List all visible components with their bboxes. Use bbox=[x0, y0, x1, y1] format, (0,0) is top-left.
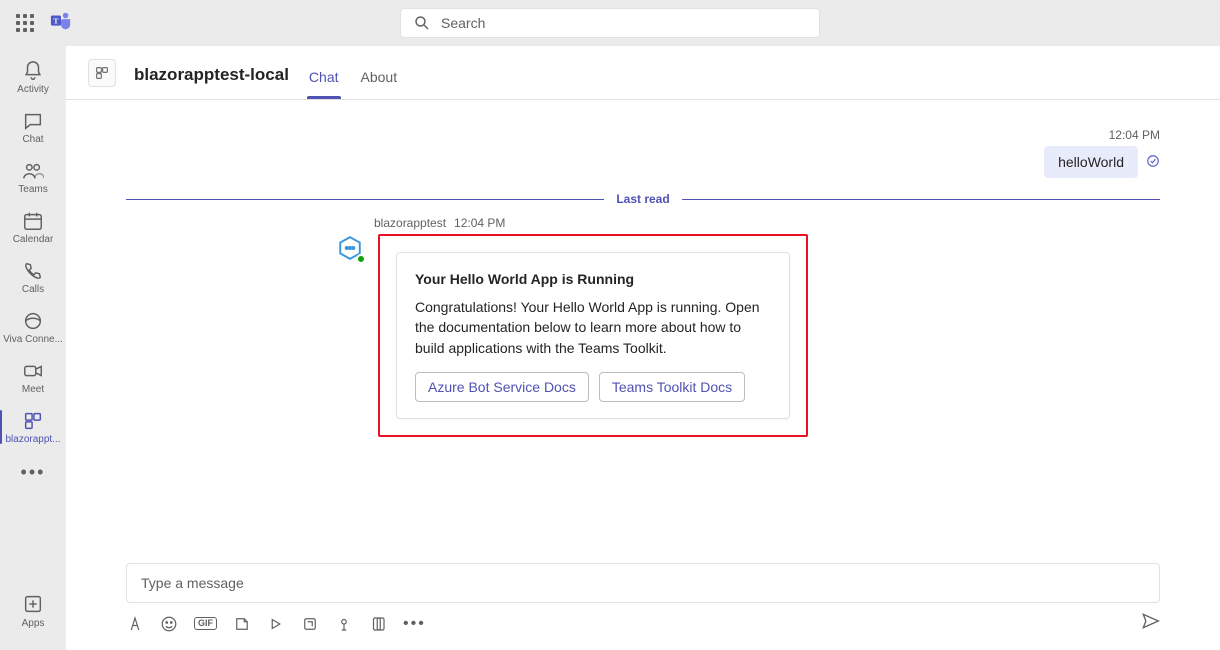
bell-icon bbox=[22, 60, 44, 82]
app-icon bbox=[88, 59, 116, 87]
more-icon: ••• bbox=[21, 462, 46, 483]
apprail-viva[interactable]: Viva Conne... bbox=[0, 302, 66, 352]
msg-time: 12:04 PM bbox=[1109, 128, 1160, 142]
card-actions: Azure Bot Service Docs Teams Toolkit Doc… bbox=[415, 372, 771, 402]
compose-toolbar: GIF ••• bbox=[126, 611, 1160, 636]
viva-icon bbox=[22, 310, 44, 332]
sticker-icon[interactable] bbox=[233, 615, 251, 633]
presence-available-icon bbox=[356, 254, 366, 264]
app-tile-icon bbox=[94, 65, 110, 81]
attach-icon[interactable] bbox=[369, 615, 387, 633]
calendar-icon bbox=[22, 210, 44, 232]
praise-icon[interactable] bbox=[335, 615, 353, 633]
app-title: blazorapptest-local bbox=[134, 65, 289, 85]
video-icon bbox=[22, 360, 44, 382]
people-icon bbox=[22, 160, 44, 182]
apprail-calendar[interactable]: Calendar bbox=[0, 202, 66, 252]
bot-avatar[interactable] bbox=[336, 234, 364, 262]
bot-message-meta: blazorapptest 12:04 PM bbox=[374, 216, 1160, 230]
msg-bubble[interactable]: helloWorld bbox=[1044, 146, 1138, 178]
toolkit-docs-button[interactable]: Teams Toolkit Docs bbox=[599, 372, 745, 402]
app-rail: Activity Chat Teams Calendar Calls Viva … bbox=[0, 46, 66, 650]
app-launcher-icon[interactable] bbox=[16, 14, 34, 32]
tab-about[interactable]: About bbox=[359, 69, 400, 99]
send-button[interactable] bbox=[1140, 611, 1160, 636]
composer: Type a message GIF ••• bbox=[66, 557, 1220, 650]
bot-message-row: Your Hello World App is Running Congratu… bbox=[336, 234, 1160, 437]
format-icon[interactable] bbox=[126, 615, 144, 633]
last-read-divider: Last read bbox=[126, 192, 1160, 206]
apprail-blazorapp[interactable]: blazorappt... bbox=[0, 402, 66, 452]
emoji-icon[interactable] bbox=[160, 615, 178, 633]
read-receipt-icon bbox=[1146, 154, 1160, 171]
gif-icon[interactable]: GIF bbox=[194, 617, 217, 630]
tab-chat[interactable]: Chat bbox=[307, 69, 341, 99]
apprail-calls[interactable]: Calls bbox=[0, 252, 66, 302]
title-bar: T Search bbox=[0, 0, 1220, 46]
apps-icon bbox=[22, 593, 44, 615]
chat-scroll[interactable]: 12:04 PM helloWorld Last read blazorappt… bbox=[66, 100, 1220, 557]
compose-input[interactable]: Type a message bbox=[126, 563, 1160, 603]
search-icon bbox=[413, 14, 431, 32]
outgoing-message: 12:04 PM helloWorld bbox=[1044, 128, 1160, 178]
teams-logo-icon: T bbox=[50, 10, 72, 37]
compose-placeholder: Type a message bbox=[141, 575, 244, 591]
apprail-meet[interactable]: Meet bbox=[0, 352, 66, 402]
apprail-apps[interactable]: Apps bbox=[0, 586, 66, 636]
search-input[interactable]: Search bbox=[400, 8, 820, 38]
app-tile-icon bbox=[22, 410, 44, 432]
card-body: Congratulations! Your Hello World App is… bbox=[415, 297, 771, 358]
apprail-teams[interactable]: Teams bbox=[0, 152, 66, 202]
adaptive-card: Your Hello World App is Running Congratu… bbox=[396, 252, 790, 419]
phone-icon bbox=[22, 260, 44, 282]
card-title: Your Hello World App is Running bbox=[415, 271, 771, 287]
highlight-annotation: Your Hello World App is Running Congratu… bbox=[378, 234, 808, 437]
stream-icon[interactable] bbox=[267, 615, 285, 633]
svg-text:T: T bbox=[54, 16, 59, 25]
chat-header: blazorapptest-local Chat About bbox=[66, 46, 1220, 100]
more-tools-icon[interactable]: ••• bbox=[403, 615, 426, 633]
apprail-chat[interactable]: Chat bbox=[0, 102, 66, 152]
chat-icon bbox=[22, 110, 44, 132]
apprail-activity[interactable]: Activity bbox=[0, 52, 66, 102]
loop-icon[interactable] bbox=[301, 615, 319, 633]
azure-docs-button[interactable]: Azure Bot Service Docs bbox=[415, 372, 589, 402]
apprail-more[interactable]: ••• bbox=[0, 452, 66, 492]
search-placeholder: Search bbox=[441, 15, 485, 31]
content-pane: blazorapptest-local Chat About 12:04 PM … bbox=[66, 46, 1220, 650]
